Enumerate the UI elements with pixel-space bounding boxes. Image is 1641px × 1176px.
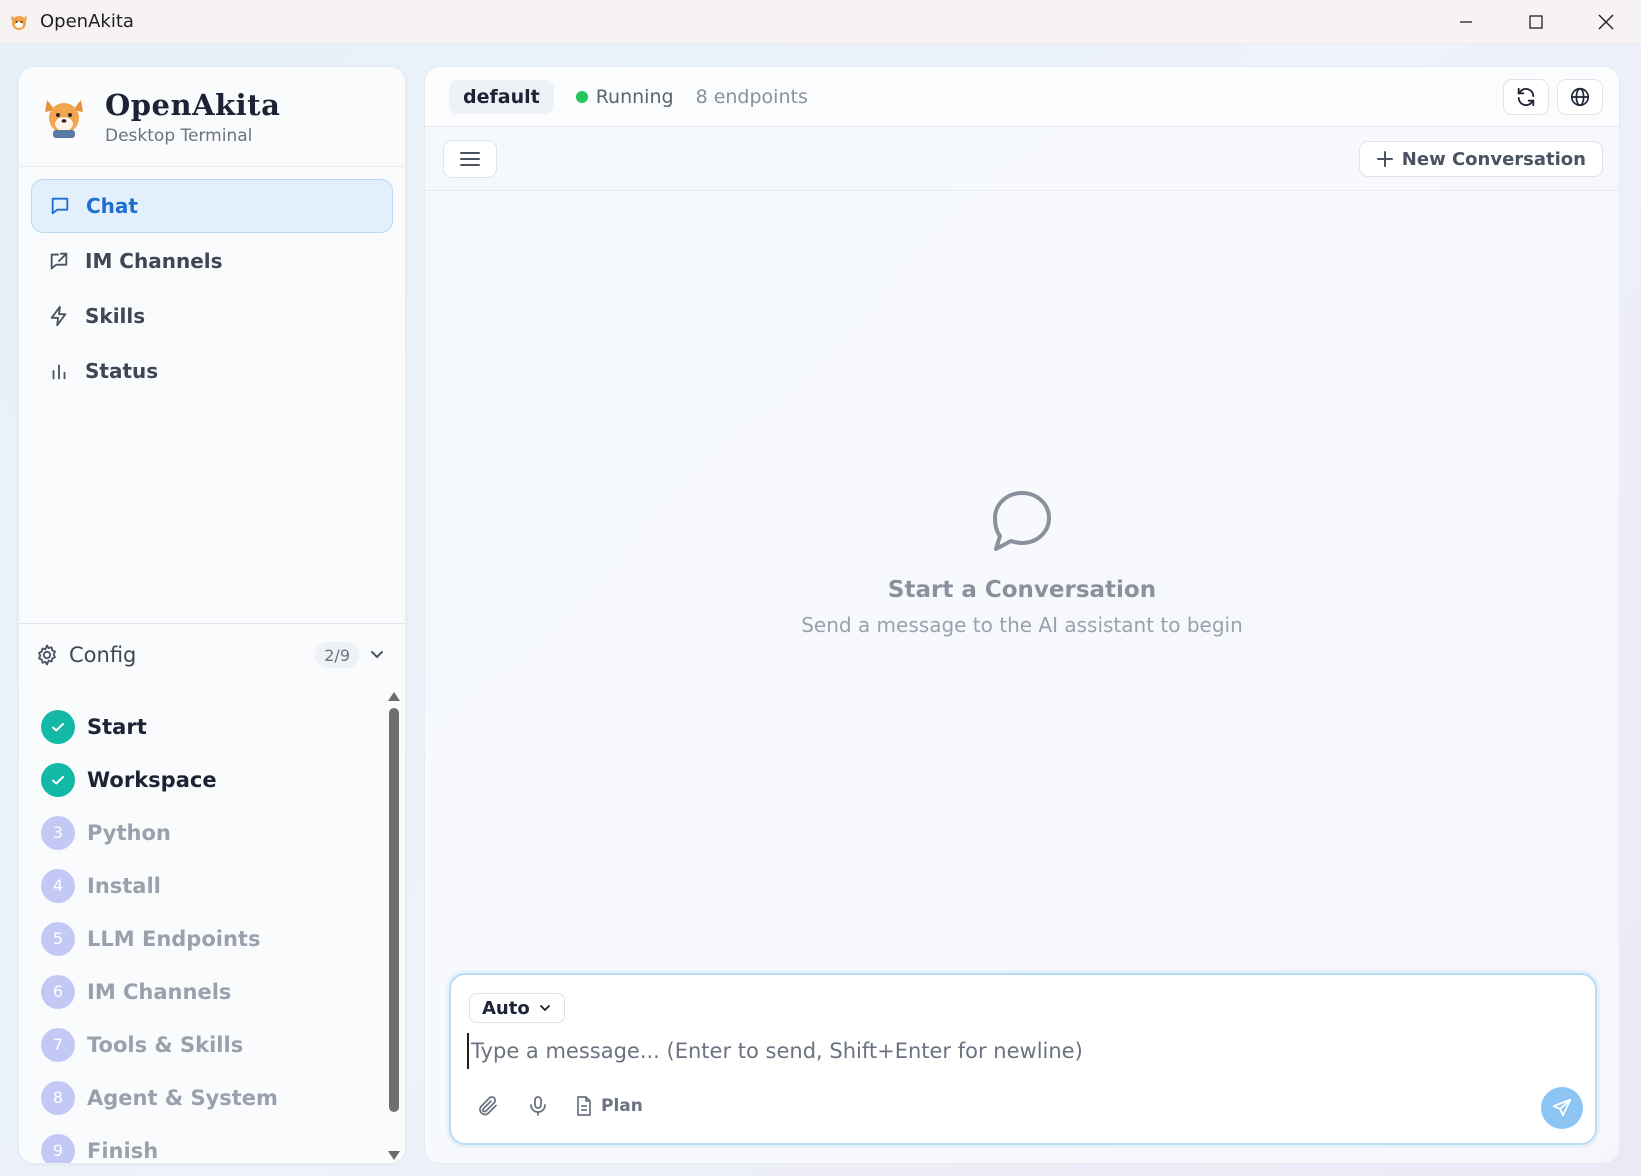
scroll-thumb[interactable] (389, 708, 399, 1112)
step-label: IM Channels (87, 979, 232, 1004)
step-number: 8 (41, 1080, 75, 1115)
config-title: Config (69, 643, 137, 667)
step-install[interactable]: 4 Install (41, 859, 361, 912)
send-button[interactable] (1541, 1087, 1583, 1129)
step-label: LLM Endpoints (87, 926, 261, 951)
brand-subtitle: Desktop Terminal (105, 125, 253, 146)
step-llm-endpoints[interactable]: 5 LLM Endpoints (41, 912, 361, 965)
maximize-icon (1529, 15, 1543, 29)
endpoints-count: 8 endpoints (695, 85, 808, 108)
step-number: 4 (41, 868, 75, 903)
sidebar: OpenAkita Desktop Terminal Chat IM Chann… (18, 66, 406, 1164)
menu-button[interactable] (443, 139, 497, 178)
nav-item-label: IM Channels (85, 249, 223, 273)
empty-title: Start a Conversation (887, 577, 1157, 603)
plus-icon (1376, 151, 1393, 167)
step-label: Python (87, 820, 171, 845)
nav-item-label: Chat (86, 194, 138, 218)
step-agent-system[interactable]: 8 Agent & System (41, 1071, 361, 1124)
title-bar: OpenAkita (0, 0, 1641, 44)
scroll-up-arrow-icon[interactable] (388, 692, 400, 701)
chat-toolbar: New Conversation (425, 127, 1619, 191)
refresh-button[interactable] (1503, 79, 1549, 115)
scroll-down-arrow-icon[interactable] (388, 1151, 400, 1160)
nav-item-chat[interactable]: Chat (31, 179, 393, 233)
close-button[interactable] (1571, 0, 1641, 44)
globe-icon (1570, 87, 1590, 107)
refresh-icon (1517, 87, 1535, 107)
config-steps: Start Workspace 3 Python 4 Install 5 LLM… (41, 700, 361, 1163)
step-number: 5 (41, 921, 75, 956)
step-python[interactable]: 3 Python (41, 806, 361, 859)
main-panel: default Running 8 endpoints New Conversa… (424, 66, 1620, 1164)
brand: OpenAkita Desktop Terminal (19, 67, 405, 167)
running-status-dot (575, 90, 588, 103)
lightning-icon (47, 304, 71, 328)
step-finish[interactable]: 9 Finish (41, 1124, 361, 1163)
nav-item-status[interactable]: Status (31, 344, 393, 398)
speech-bubble-icon (987, 487, 1057, 557)
nav-item-label: Skills (85, 304, 146, 328)
step-label: Install (87, 873, 161, 898)
empty-subtitle: Send a message to the AI assistant to be… (801, 613, 1243, 637)
step-workspace[interactable]: Workspace (41, 753, 361, 806)
language-button[interactable] (1557, 79, 1603, 115)
config-header[interactable]: Config 2/9 (19, 624, 405, 686)
step-im-channels[interactable]: 6 IM Channels (41, 965, 361, 1018)
message-composer: Auto Plan (449, 973, 1597, 1145)
config-scrollbar[interactable] (387, 686, 401, 1163)
nav-item-label: Status (85, 359, 159, 383)
akita-logo-icon (41, 94, 87, 140)
brand-name: OpenAkita (105, 87, 281, 122)
send-icon (1552, 1098, 1572, 1117)
hamburger-icon (460, 151, 480, 166)
message-input[interactable] (467, 1033, 1567, 1069)
nav-item-skills[interactable]: Skills (31, 289, 393, 343)
check-icon (41, 762, 75, 797)
close-icon (1598, 14, 1614, 30)
config-panel: Config 2/9 Start Workspace 3 Python 4 In… (19, 623, 405, 1163)
nav-item-im-channels[interactable]: IM Channels (31, 234, 393, 288)
app-logo-icon (8, 11, 30, 33)
plan-label: Plan (601, 1096, 643, 1116)
mode-select-value: Auto (482, 997, 530, 1019)
attach-button[interactable] (473, 1091, 503, 1121)
step-number: 6 (41, 974, 75, 1009)
minimize-button[interactable] (1431, 0, 1501, 44)
status-text: Running (595, 85, 674, 108)
paperclip-icon (479, 1096, 497, 1116)
microphone-icon (530, 1096, 546, 1116)
empty-state: Start a Conversation Send a message to t… (425, 487, 1619, 637)
step-number: 7 (41, 1027, 75, 1062)
new-conversation-button[interactable]: New Conversation (1358, 141, 1603, 177)
mode-select[interactable]: Auto (469, 993, 565, 1023)
chat-bubble-icon (48, 194, 72, 218)
maximize-button[interactable] (1501, 0, 1571, 44)
config-progress-badge: 2/9 (315, 642, 359, 668)
step-label: Start (87, 714, 147, 739)
step-number: 3 (41, 815, 75, 850)
check-icon (41, 709, 75, 744)
step-label: Tools & Skills (87, 1032, 244, 1057)
minimize-icon (1460, 21, 1472, 23)
main-nav: Chat IM Channels Skills Status (19, 167, 405, 411)
step-tools-skills[interactable]: 7 Tools & Skills (41, 1018, 361, 1071)
chevron-down-icon (539, 1005, 550, 1012)
step-label: Finish (87, 1138, 159, 1163)
gear-icon (35, 643, 59, 667)
bar-chart-icon (47, 359, 71, 383)
step-start[interactable]: Start (41, 700, 361, 753)
workspace-tag[interactable]: default (449, 79, 554, 114)
microphone-button[interactable] (523, 1091, 553, 1121)
new-conversation-label: New Conversation (1401, 148, 1586, 170)
chevron-down-icon[interactable] (367, 644, 387, 664)
plan-button[interactable]: Plan (573, 1095, 643, 1117)
document-icon (577, 1096, 591, 1116)
external-link-icon (47, 249, 71, 273)
step-label: Agent & System (87, 1085, 278, 1110)
status-bar: default Running 8 endpoints (425, 67, 1619, 127)
window-title: OpenAkita (40, 11, 134, 32)
step-number: 9 (41, 1133, 75, 1163)
step-label: Workspace (87, 767, 217, 792)
